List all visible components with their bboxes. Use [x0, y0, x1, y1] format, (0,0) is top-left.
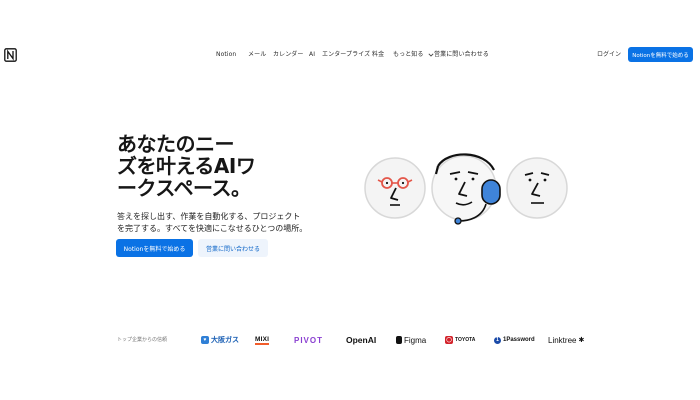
brand-label: MIXI	[255, 335, 270, 345]
face-with-headset-icon	[431, 153, 501, 225]
hero-contact-sales-button[interactable]: 営業に問い合わせる	[198, 239, 268, 257]
1password-logo-icon: 1	[494, 336, 501, 344]
brand-pivot: PIVOT	[294, 335, 323, 345]
chevron-down-icon	[428, 52, 434, 57]
hero-illustration	[360, 148, 572, 228]
brand-label: PIVOT	[294, 335, 324, 345]
hero-signup-button[interactable]: Notionを無料で始める	[116, 239, 193, 257]
brand-figma: Figma	[396, 335, 426, 345]
nav-item-calendar[interactable]: カレンダー	[273, 50, 304, 59]
toyota-logo-icon: ◯	[445, 336, 453, 344]
brand-label: 1Password	[503, 337, 535, 343]
brand-label: OpenAI	[346, 335, 377, 345]
brand-label: TOYOTA	[455, 337, 476, 343]
nav-item-mail[interactable]: メール	[248, 50, 266, 59]
nav-item-pricing[interactable]: 料金	[372, 50, 384, 59]
login-link[interactable]: ログイン	[597, 50, 621, 59]
brand-toyota: ◯ TOYOTA	[445, 335, 475, 345]
figma-logo-icon	[396, 336, 402, 344]
hero-title: あなたのニー ズを叶えるAIワ ークスペース。	[117, 132, 256, 200]
brand-label: Figma	[404, 335, 427, 345]
brand-mixi: MIXI	[255, 335, 270, 345]
hero-subtitle: 答えを探し出す、作業を自動化する、プロジェクト を完了する。すべてを快適にこなせ…	[117, 212, 308, 233]
brand-linktree: Linktree ✱	[548, 335, 584, 345]
osaka-gas-logo-icon: ♥	[201, 336, 209, 344]
face-with-glasses-icon	[364, 157, 426, 219]
nav-item-notion[interactable]: Notion	[216, 50, 236, 59]
nav-item-learn-more-label: もっと知る	[393, 51, 424, 58]
nav-signup-button[interactable]: Notionを無料で始める	[628, 47, 693, 62]
nav-item-contact-sales[interactable]: 営業に問い合わせる	[434, 50, 489, 59]
notion-logo[interactable]	[4, 47, 17, 62]
brand-1password: 1 1Password	[494, 335, 535, 345]
brand-label: 大阪ガス	[211, 337, 239, 344]
linktree-logo-icon: ✱	[578, 337, 585, 344]
nav-item-ai[interactable]: AI	[309, 50, 315, 59]
brand-osaka-gas: ♥ 大阪ガス	[201, 335, 239, 345]
face-icon	[506, 157, 568, 219]
trust-label: トップ企業からの信頼	[117, 337, 168, 343]
nav-item-enterprise[interactable]: エンタープライズ	[322, 50, 370, 59]
brand-openai: OpenAI	[346, 335, 376, 345]
brand-label: Linktree	[548, 335, 577, 345]
nav-item-learn-more[interactable]: もっと知る	[393, 50, 434, 59]
